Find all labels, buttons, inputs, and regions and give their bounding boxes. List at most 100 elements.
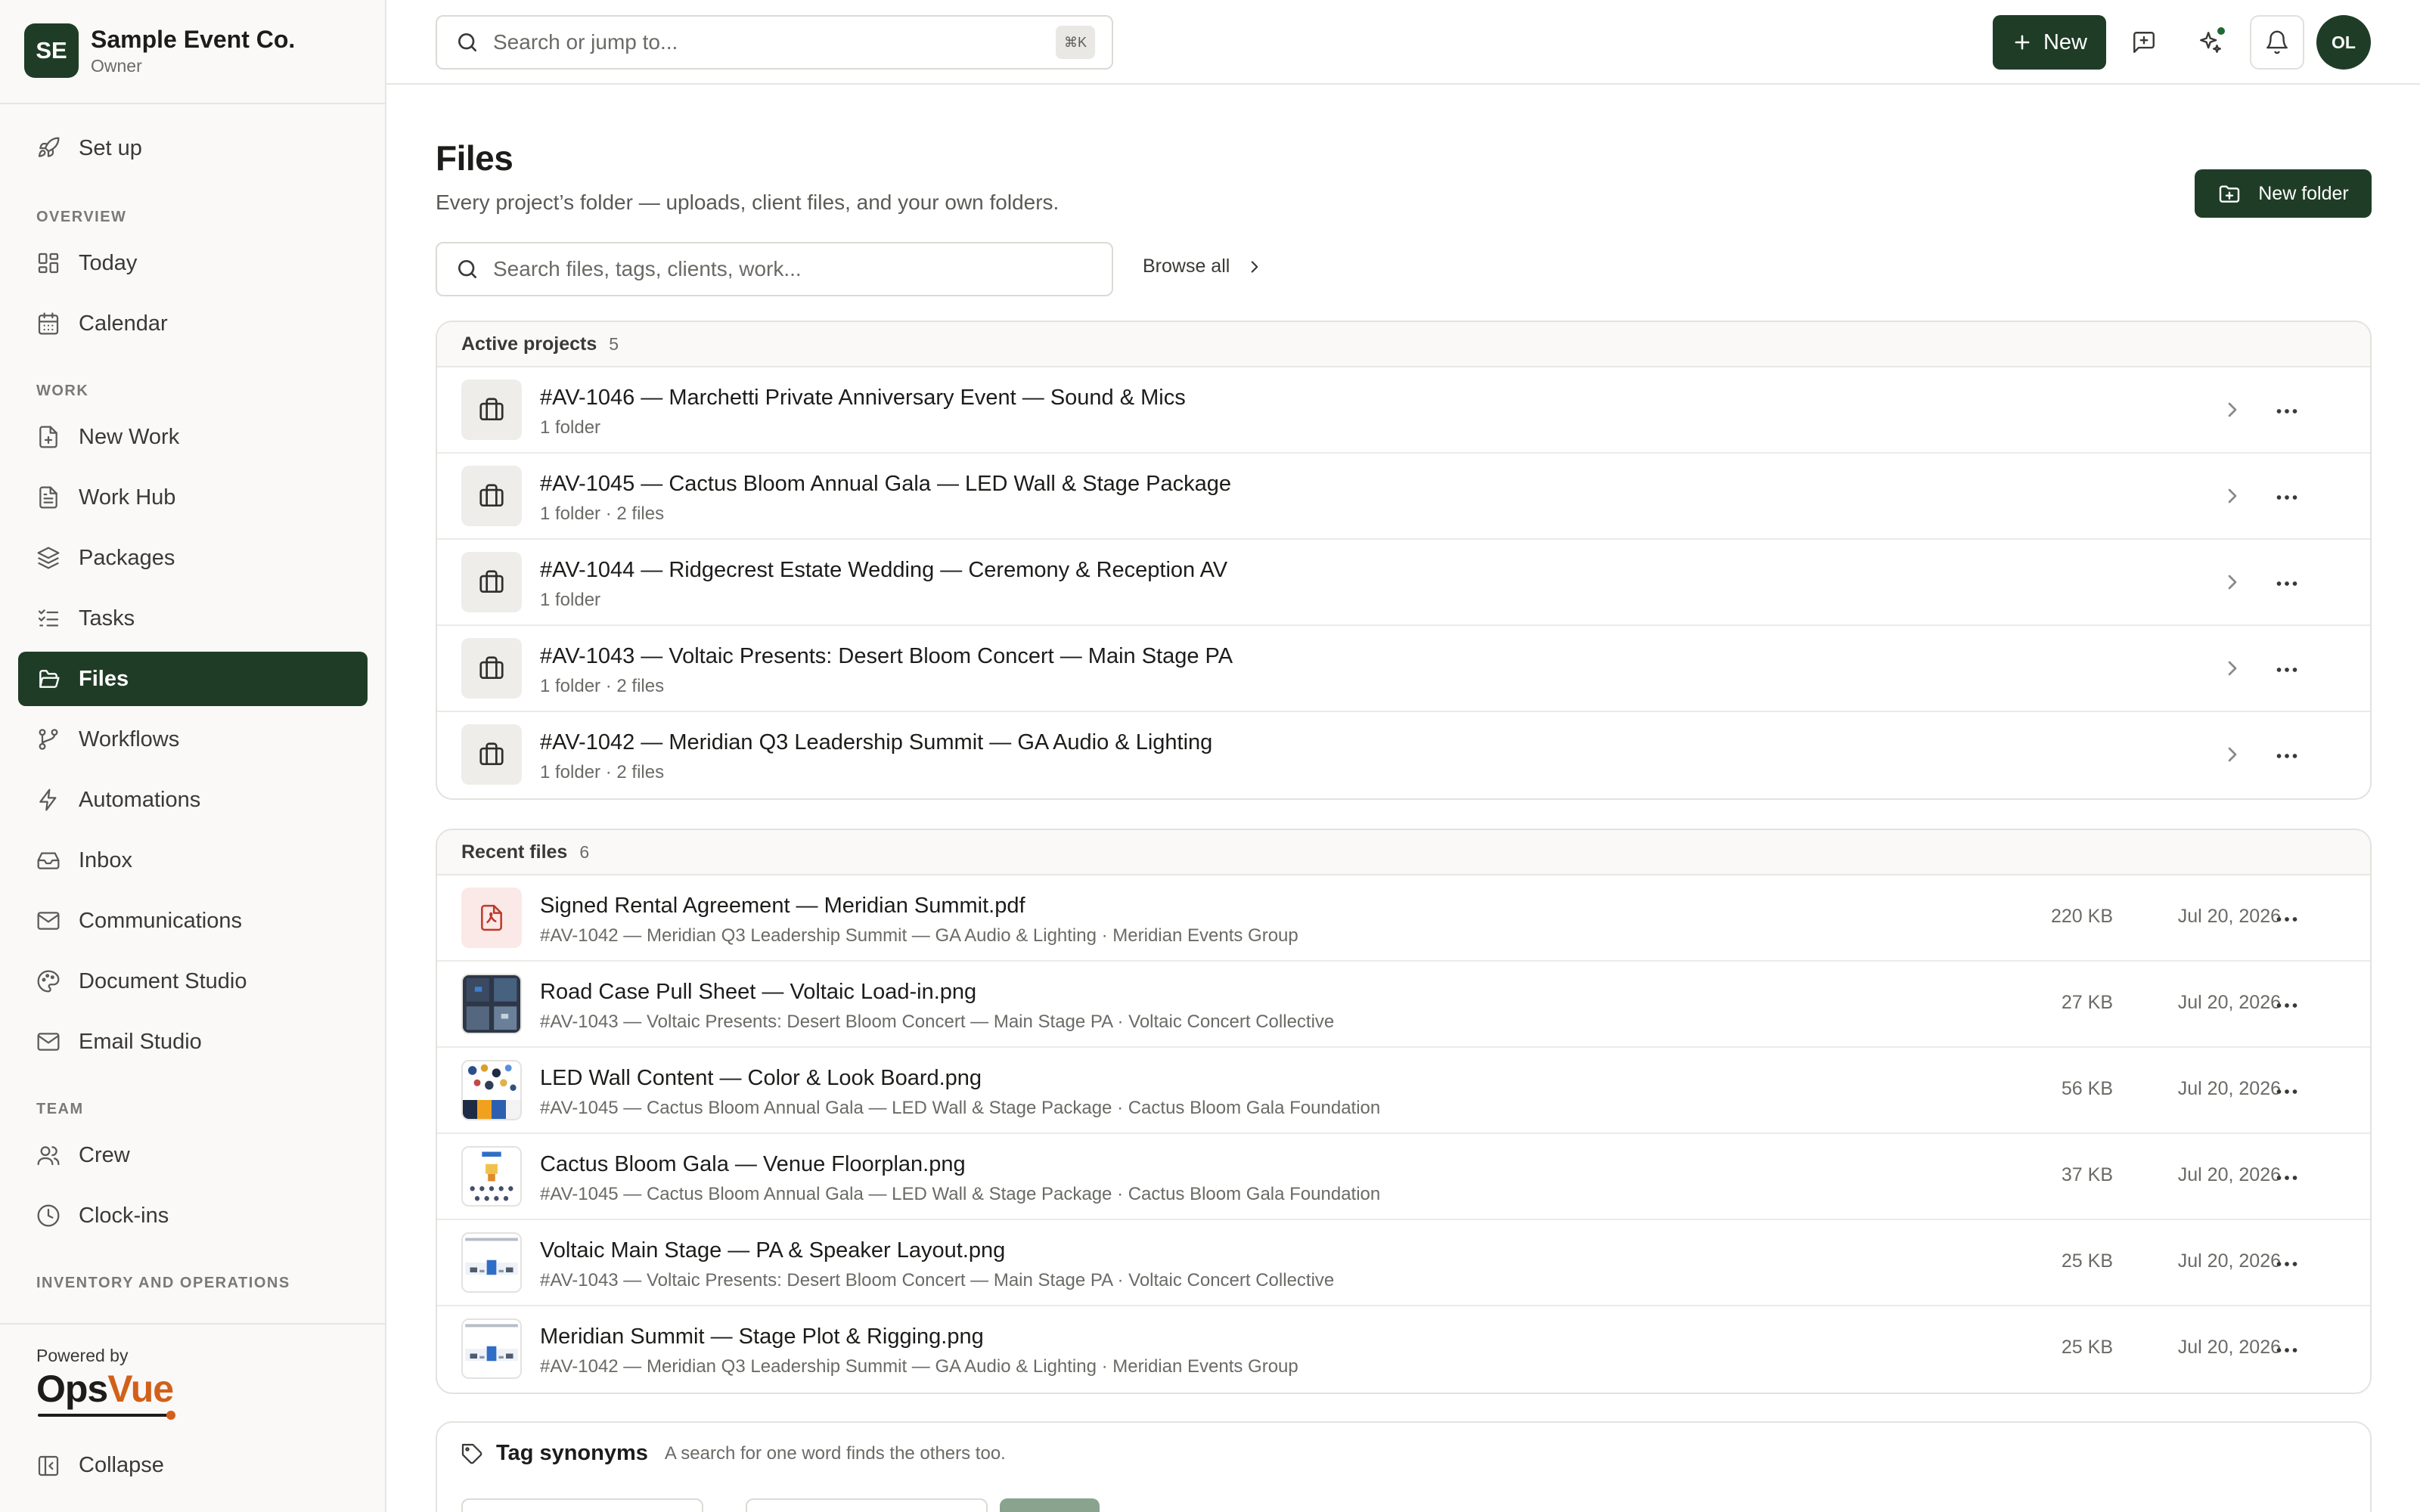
more-horizontal-icon <box>2276 1262 2297 1266</box>
image-thumbnail <box>463 1320 520 1377</box>
open-project-button[interactable] <box>2220 656 2245 680</box>
file-thumb <box>461 1060 522 1120</box>
browse-all-link[interactable]: Browse all <box>1143 256 1264 277</box>
dashboard-icon <box>38 253 59 274</box>
brand-logo-accent: Vue <box>107 1368 174 1410</box>
notifications-button[interactable] <box>2250 15 2304 70</box>
sidebar-item-work-hub[interactable]: Work Hub <box>18 470 368 525</box>
sidebar-item-inbox[interactable]: Inbox <box>18 833 368 888</box>
sidebar-item-today[interactable]: Today <box>18 236 368 290</box>
file-meta: #AV-1042 — Meridian Q3 Leadership Summit… <box>540 1356 1298 1377</box>
new-folder-label: New folder <box>2258 182 2349 204</box>
sidebar-item-tasks[interactable]: Tasks <box>18 591 368 646</box>
file-row[interactable]: Signed Rental Agreement — Meridian Summi… <box>437 875 2370 962</box>
file-more-button[interactable] <box>2273 1250 2301 1275</box>
project-row[interactable]: #AV-1042 — Meridian Q3 Leadership Summit… <box>437 712 2370 798</box>
sidebar-item-label: Workflows <box>79 727 180 751</box>
project-more-button[interactable] <box>2273 398 2301 422</box>
new-folder-button[interactable]: New folder <box>2195 169 2372 218</box>
open-project-button[interactable] <box>2220 570 2245 594</box>
add-synonym-button[interactable] <box>1000 1498 1100 1512</box>
project-more-button[interactable] <box>2273 656 2301 680</box>
open-project-button[interactable] <box>2220 742 2245 767</box>
more-horizontal-icon <box>2276 1003 2297 1008</box>
file-size: 37 KB <box>2061 1164 2113 1185</box>
feedback-button[interactable] <box>2117 15 2171 70</box>
message-plus-icon <box>2133 32 2155 53</box>
search-icon <box>458 33 476 51</box>
collapse-sidebar-button[interactable]: Collapse <box>36 1453 164 1478</box>
new-button[interactable]: New <box>1993 15 2106 70</box>
file-more-button[interactable] <box>2273 992 2301 1016</box>
project-thumb <box>461 724 522 785</box>
sidebar-item-setup[interactable]: Set up <box>18 121 368 175</box>
file-more-button[interactable] <box>2273 1078 2301 1102</box>
user-avatar[interactable]: OL <box>2316 15 2371 70</box>
sidebar-nav[interactable]: Set up OVERVIEW Today Calendar WORK New … <box>0 106 385 1323</box>
project-row[interactable]: #AV-1045 — Cactus Bloom Annual Gala — LE… <box>437 454 2370 540</box>
folder-plus-icon <box>2220 185 2240 203</box>
open-project-button[interactable] <box>2220 484 2245 508</box>
open-project-button[interactable] <box>2220 398 2245 422</box>
project-more-button[interactable] <box>2273 484 2301 508</box>
chevron-right-icon <box>2228 575 2237 590</box>
tag-synonym-input[interactable] <box>461 1498 703 1512</box>
file-row[interactable]: Road Case Pull Sheet — Voltaic Load-in.p… <box>437 962 2370 1048</box>
chevron-right-icon <box>2228 747 2237 762</box>
sidebar-item-email-studio[interactable]: Email Studio <box>18 1015 368 1069</box>
sidebar-item-packages[interactable]: Packages <box>18 531 368 585</box>
sidebar-item-label: Calendar <box>79 311 168 336</box>
file-row[interactable]: Voltaic Main Stage — PA & Speaker Layout… <box>437 1220 2370 1306</box>
file-row[interactable]: LED Wall Content — Color & Look Board.pn… <box>437 1048 2370 1134</box>
file-more-button[interactable] <box>2273 1164 2301 1188</box>
project-more-button[interactable] <box>2273 742 2301 767</box>
org-name: Sample Event Co. <box>91 26 296 53</box>
sidebar-item-label: Document Studio <box>79 968 247 993</box>
sidebar-item-label: Today <box>79 250 138 275</box>
calendar-icon <box>38 312 59 335</box>
chevron-right-icon <box>2228 402 2237 417</box>
org-role: Owner <box>91 56 142 76</box>
project-row[interactable]: #AV-1044 — Ridgecrest Estate Wedding — C… <box>437 540 2370 626</box>
file-name: Cactus Bloom Gala — Venue Floorplan.png <box>540 1152 966 1176</box>
brand-logo-part: Ops <box>36 1368 108 1410</box>
file-meta: #AV-1042 — Meridian Q3 Leadership Summit… <box>540 925 1298 946</box>
file-more-button[interactable] <box>2273 1337 2301 1361</box>
global-search-input[interactable]: Search or jump to... ⌘K <box>436 15 1113 70</box>
global-search-placeholder: Search or jump to... <box>493 30 678 54</box>
section-title: Active projects <box>461 333 597 355</box>
sidebar-item-document-studio[interactable]: Document Studio <box>18 954 368 1009</box>
sidebar-item-new-work[interactable]: New Work <box>18 410 368 464</box>
project-row[interactable]: #AV-1046 — Marchetti Private Anniversary… <box>437 367 2370 454</box>
more-horizontal-icon <box>2276 754 2297 758</box>
sidebar-item-crew[interactable]: Crew <box>18 1128 368 1182</box>
file-more-button[interactable] <box>2273 906 2301 930</box>
palette-icon <box>37 970 60 993</box>
project-row[interactable]: #AV-1043 — Voltaic Presents: Desert Bloo… <box>437 626 2370 712</box>
sidebar-item-label: Automations <box>79 787 201 812</box>
project-title: #AV-1045 — Cactus Bloom Annual Gala — LE… <box>540 472 1231 496</box>
file-name: Signed Rental Agreement — Meridian Summi… <box>540 894 1025 918</box>
project-more-button[interactable] <box>2273 570 2301 594</box>
sidebar-item-files[interactable]: Files <box>18 652 368 706</box>
file-date: Jul 20, 2026 <box>2177 1250 2281 1272</box>
file-row[interactable]: Cactus Bloom Gala — Venue Floorplan.png #… <box>437 1134 2370 1220</box>
project-meta: 1 folder · 2 files <box>540 676 665 696</box>
file-row[interactable]: Meridian Summit — Stage Plot & Rigging.p… <box>437 1306 2370 1393</box>
org-switcher[interactable]: SE Sample Event Co. Owner <box>0 0 385 104</box>
sidebar-item-workflows[interactable]: Workflows <box>18 712 368 767</box>
file-search-input[interactable]: Search files, tags, clients, work... <box>436 242 1113 296</box>
file-thumb <box>461 1232 522 1293</box>
keyboard-shortcut-badge: ⌘K <box>1056 26 1095 59</box>
sidebar-item-calendar[interactable]: Calendar <box>18 296 368 351</box>
ai-assistant-button[interactable] <box>2183 15 2238 70</box>
nav-section-team: TEAM <box>36 1101 84 1117</box>
sidebar-item-communications[interactable]: Communications <box>18 894 368 948</box>
briefcase-icon <box>479 656 504 680</box>
sidebar-item-label: Work Hub <box>79 485 176 510</box>
brand-underline <box>38 1414 171 1417</box>
briefcase-icon <box>479 742 504 766</box>
sidebar-item-automations[interactable]: Automations <box>18 773 368 827</box>
tag-synonym-input[interactable] <box>746 1498 988 1512</box>
sidebar-item-clock-ins[interactable]: Clock-ins <box>18 1188 368 1243</box>
